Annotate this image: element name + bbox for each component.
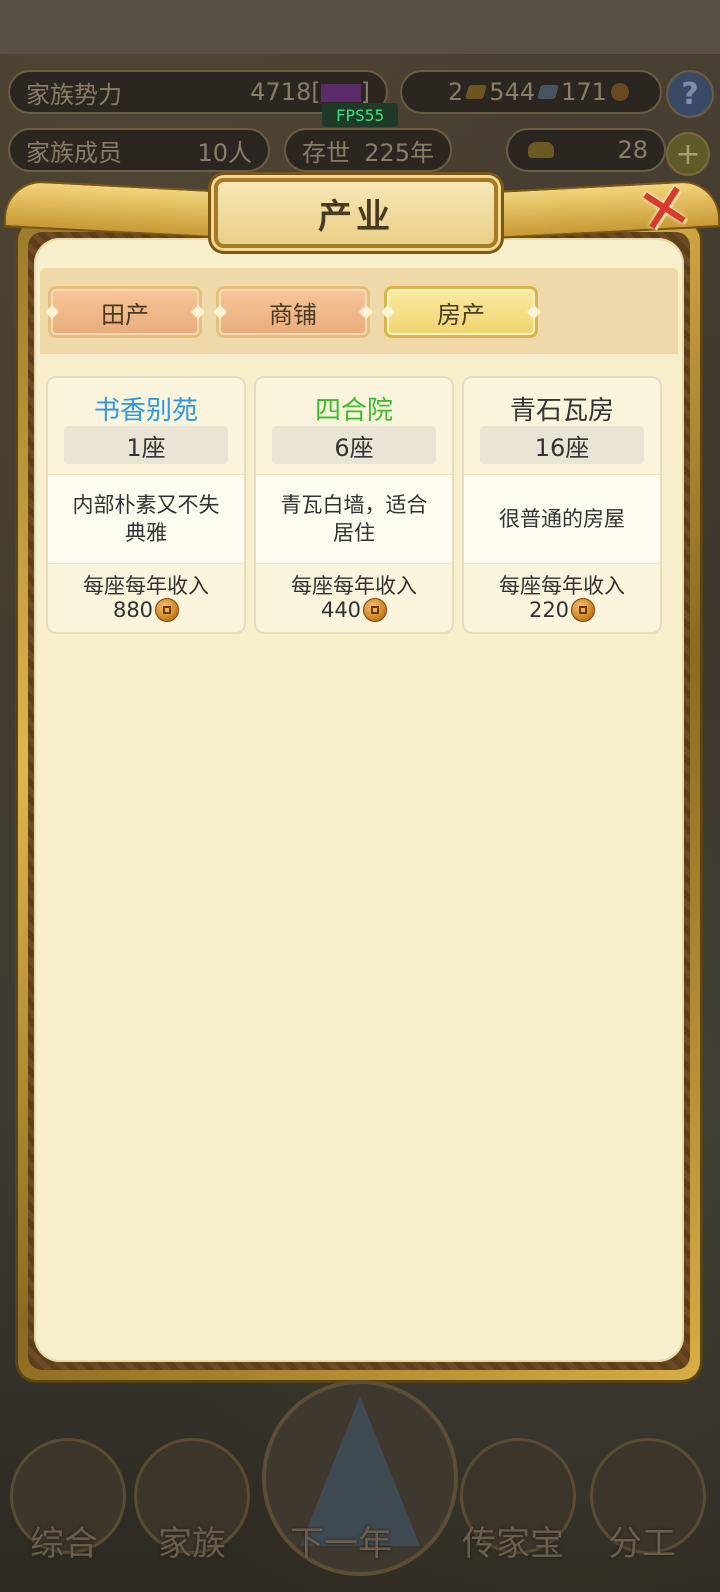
silver-count: 544 [489,78,536,106]
members-pill: 家族成员 10人 [8,128,270,172]
tab-houses[interactable]: 房产 [384,286,538,338]
coin-count: 171 [561,78,607,106]
yuanbao-icon [528,142,554,158]
bracket-left: [ [311,78,321,106]
copper-coin-icon [155,598,180,622]
desc-line: 很普通的房屋 [499,507,625,531]
panel-title: 产业 [214,178,498,248]
tab-farmland[interactable]: 田产 [48,286,202,338]
property-name: 青石瓦房 [509,396,614,426]
income-value: 440 [256,598,452,622]
income-amount: 440 [320,598,362,622]
members-label: 家族成员 [26,138,122,167]
nav-label-division: 分工 [608,1524,676,1564]
yuanbao-pill: 28 [506,128,666,172]
property-description: 内部朴素又不失 典雅 [48,474,244,564]
property-count: 1座 [64,426,228,464]
survival-value: 225年 [364,138,434,167]
property-count: 6座 [272,426,436,464]
income-value: 880 [48,598,244,622]
status-strip [0,0,720,54]
desc-line: 内部朴素又不失 [72,493,220,517]
property-card-qingshi[interactable]: 青石瓦房 16座 很普通的房屋 每座每年收入 220 [462,376,662,634]
desc-line: 青瓦白墙，适合 [280,493,428,517]
income-label: 每座每年收入 [83,574,209,598]
income-amount: 220 [528,598,570,622]
property-name: 书香别苑 [93,396,198,426]
silver-bar-icon [537,85,559,99]
family-power-value: 4718[] [250,78,370,106]
help-button[interactable]: ? [666,70,714,118]
income-label: 每座每年收入 [291,574,417,598]
survival-label: 存世 [302,138,350,167]
tab-shops[interactable]: 商铺 [216,286,370,338]
currency-pill: 2 544 171 [400,70,662,114]
property-count: 16座 [480,426,644,464]
nav-label-general: 综合 [30,1524,98,1564]
property-description: 青瓦白墙，适合 居住 [256,474,452,564]
gold-count: 2 [448,78,464,106]
family-power-label: 家族势力 [26,80,122,109]
fps-counter: FPS55 [322,103,398,127]
bracket-right: ] [360,78,370,106]
income-amount: 880 [112,598,154,622]
nav-label-next-year: 下一年 [290,1524,392,1564]
property-card-siheyuan[interactable]: 四合院 6座 青瓦白墙，适合 居住 每座每年收入 440 [254,376,454,634]
desc-line: 典雅 [125,521,167,545]
nav-label-heirloom: 传家宝 [462,1524,564,1564]
property-card-shuxiang[interactable]: 书香别苑 1座 内部朴素又不失 典雅 每座每年收入 880 [46,376,246,634]
gold-bar-icon [465,85,488,99]
income-value: 220 [464,598,660,622]
yuanbao-count: 28 [617,136,648,164]
desc-line: 居住 [333,521,375,545]
income-label: 每座每年收入 [499,574,625,598]
members-value: 10人 [197,138,252,167]
property-name: 四合院 [314,396,393,426]
coin-icon [610,83,629,101]
copper-coin-icon [571,598,596,622]
family-power-number: 4718 [250,78,312,106]
property-description: 很普通的房屋 [464,474,660,564]
copper-coin-icon [363,598,388,622]
survival-pill: 存世 225年 [284,128,452,172]
nav-label-family: 家族 [158,1524,226,1564]
rank-badge [320,84,361,102]
